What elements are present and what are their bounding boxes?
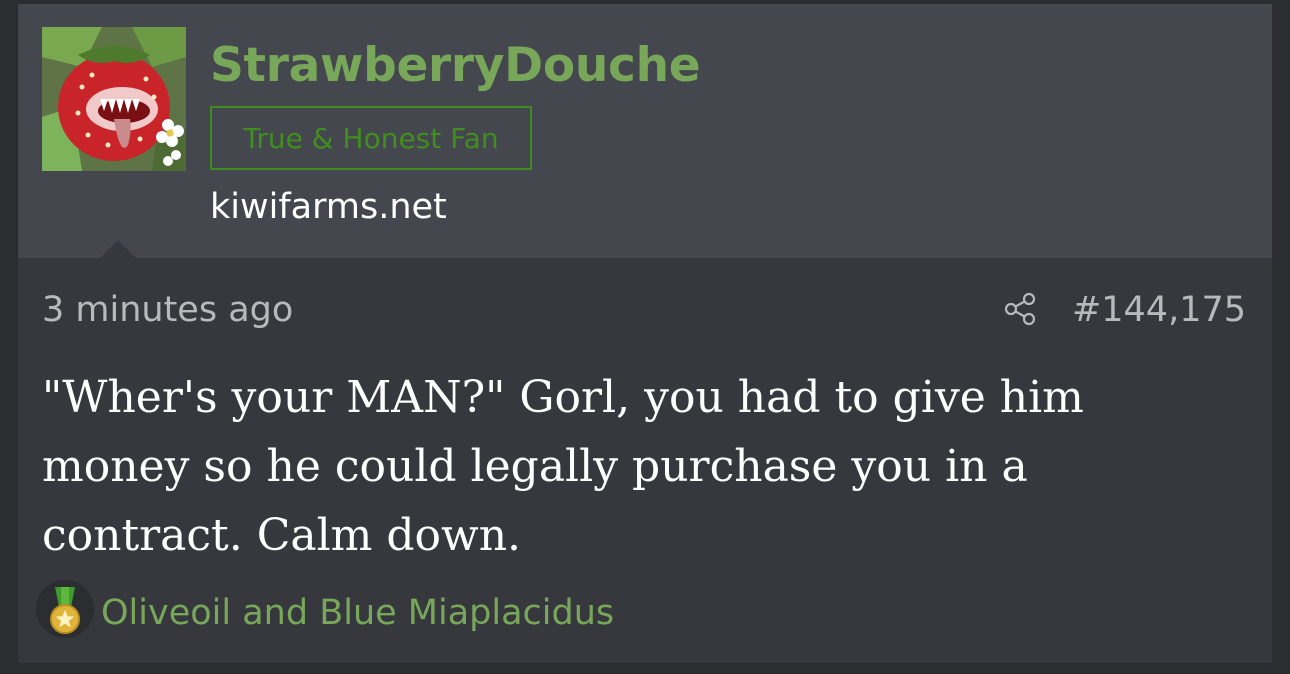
post-number-link[interactable]: #144,175 xyxy=(1072,290,1246,330)
user-site-text: kiwifarms.net xyxy=(210,187,447,227)
medal-icon xyxy=(36,580,94,638)
username-link[interactable]: StrawberryDouche xyxy=(210,38,701,93)
user-header: StrawberryDouche True & Honest Fan kiwif… xyxy=(18,4,1272,258)
share-icon[interactable] xyxy=(1002,291,1038,327)
post-timestamp[interactable]: 3 minutes ago xyxy=(42,290,293,330)
post-message-body: "Wher's your MAN?" Gorl, you had to give… xyxy=(42,372,1084,561)
forum-post: StrawberryDouche True & Honest Fan kiwif… xyxy=(18,4,1272,663)
user-title-badge: True & Honest Fan xyxy=(210,106,532,170)
user-avatar[interactable] xyxy=(42,27,186,171)
strawberry-avatar-image xyxy=(42,27,186,171)
reactions-list[interactable]: Oliveoil and Blue Miaplacidus xyxy=(101,593,614,633)
user-block-arrow xyxy=(100,240,136,258)
